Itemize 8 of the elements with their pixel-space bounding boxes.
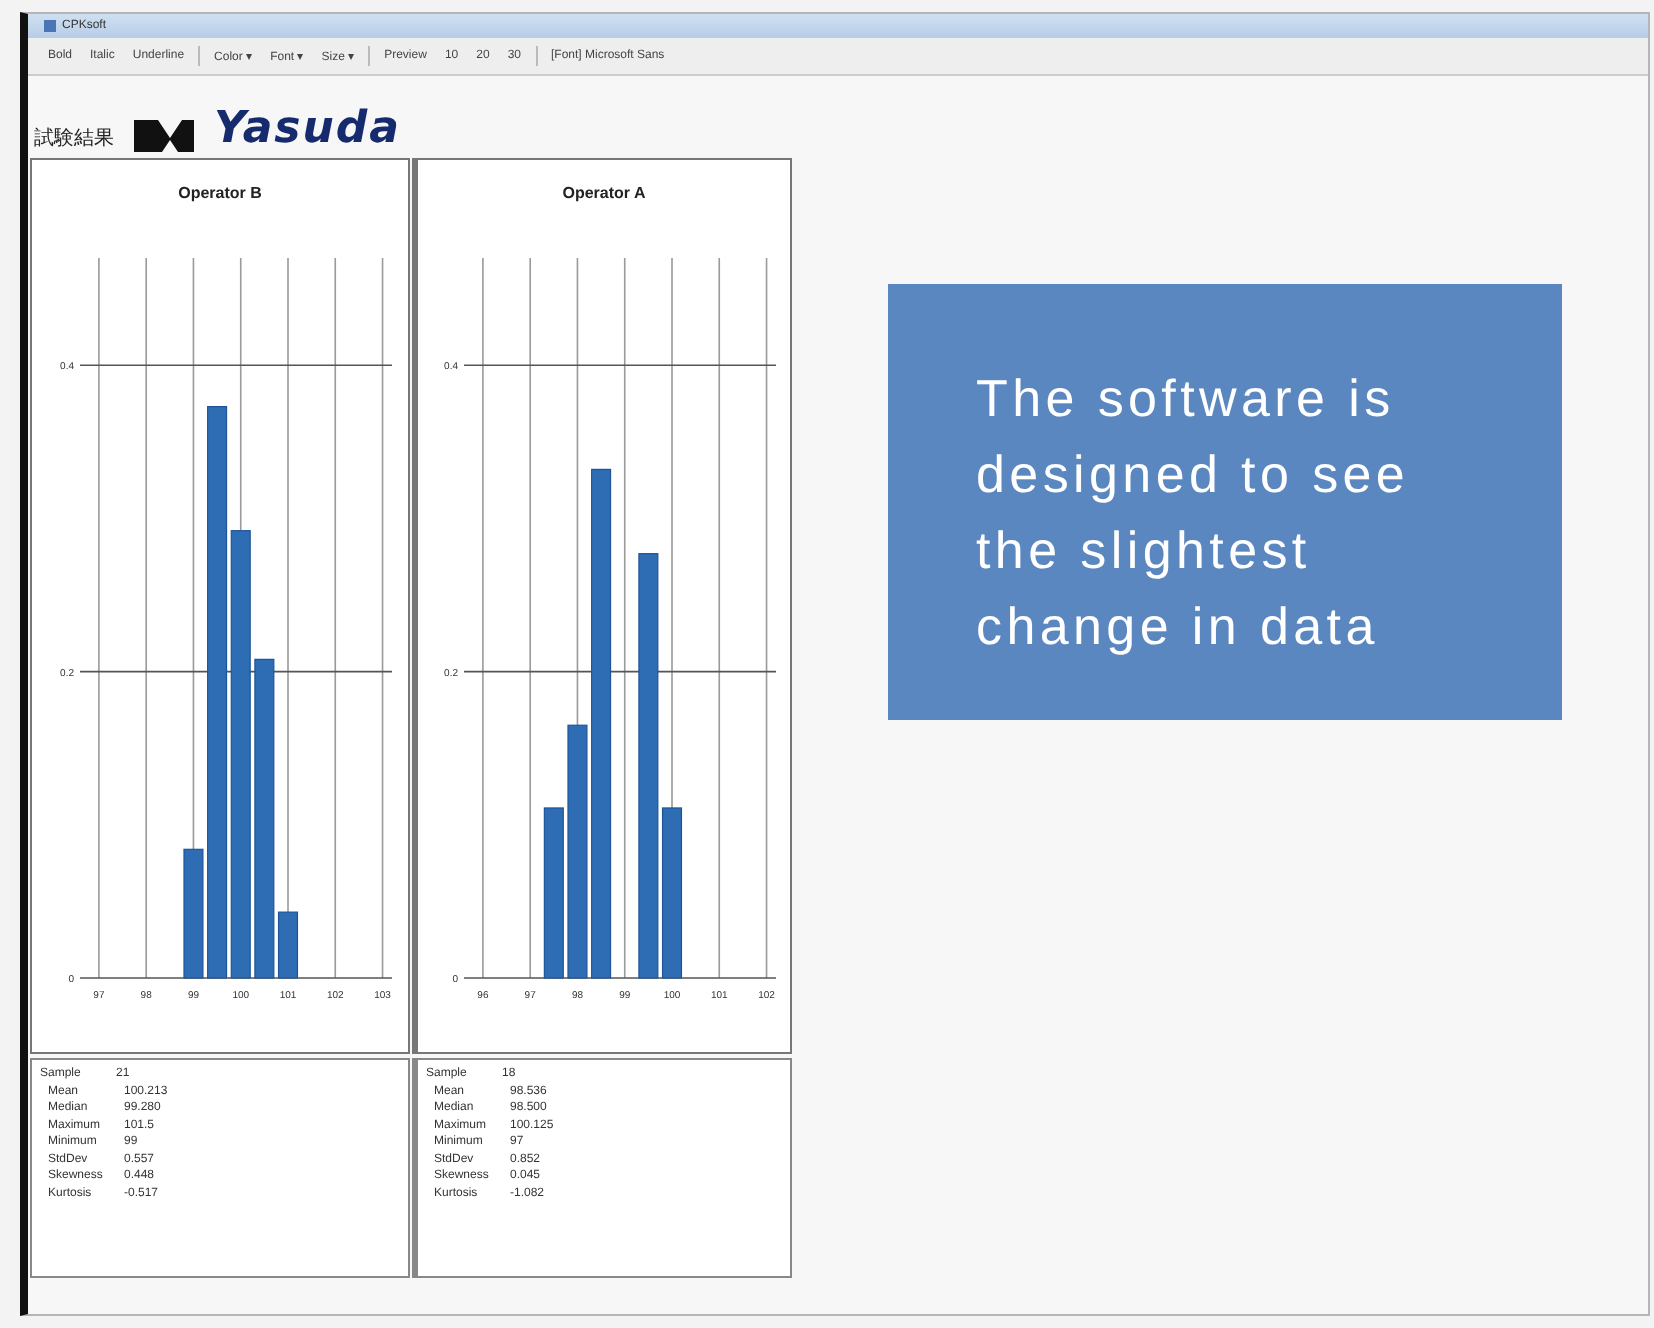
chart-title: Operator B — [178, 184, 262, 202]
header-label: 試験結果 — [34, 125, 114, 152]
callout-text: The software is designed to see the slightest change in data — [888, 284, 1562, 720]
chart-title: Operator A — [562, 184, 646, 202]
logo: Yasuda — [214, 108, 402, 152]
histogram-bar — [183, 848, 204, 979]
app-icon — [44, 20, 56, 32]
logo-icon — [134, 120, 194, 152]
